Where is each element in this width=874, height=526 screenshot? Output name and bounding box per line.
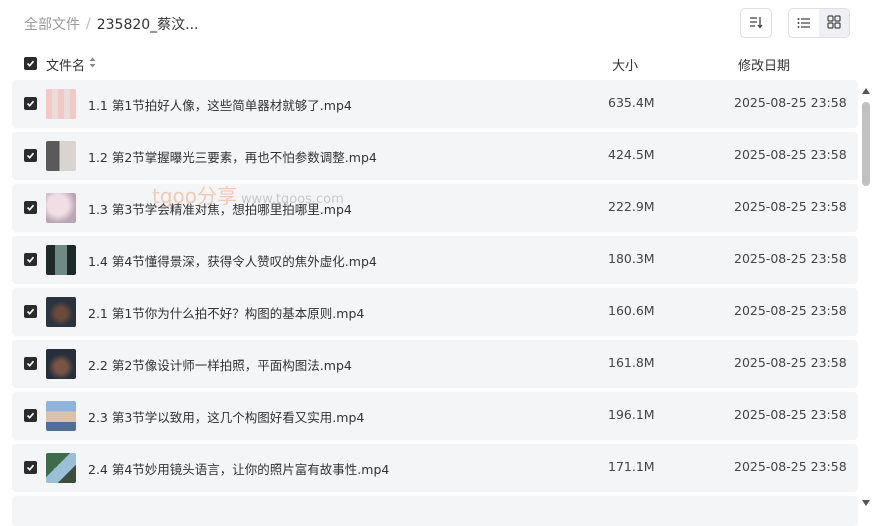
video-thumbnail (46, 349, 76, 379)
file-row[interactable]: 2.2 第2节像设计师一样拍照，平面构图法.mp4 161.8M 2025-08… (12, 340, 858, 388)
video-thumbnail (46, 297, 76, 327)
list-view-icon (797, 14, 811, 33)
view-mode-toggle (788, 8, 850, 38)
column-header-name[interactable]: 文件名 (46, 55, 96, 74)
file-row[interactable]: 2.3 第3节学以致用，这几个构图好看又实用.mp4 196.1M 2025-0… (12, 392, 858, 440)
file-modified-date: 2025-08-25 23:58 (734, 95, 847, 110)
file-name[interactable]: 2.1 第1节你为什么拍不好？构图的基本原则.mp4 (88, 303, 364, 322)
file-size: 196.1M (608, 407, 655, 422)
file-size: 180.3M (608, 251, 655, 266)
video-thumbnail (46, 193, 76, 223)
file-size: 171.1M (608, 459, 655, 474)
file-row[interactable]: 2.1 第1节你为什么拍不好？构图的基本原则.mp4 160.6M 2025-0… (12, 288, 858, 336)
file-name[interactable]: 1.1 第1节拍好人像，这些简单器材就够了.mp4 (88, 95, 352, 114)
file-row[interactable]: 1.1 第1节拍好人像，这些简单器材就够了.mp4 635.4M 2025-08… (12, 80, 858, 128)
select-all-checkbox[interactable] (24, 57, 37, 70)
file-checkbox[interactable] (24, 149, 37, 162)
file-modified-date: 2025-08-25 23:58 (734, 459, 847, 474)
sort-toggle-icon (89, 57, 96, 72)
sort-icon (749, 14, 763, 33)
file-list: 1.1 第1节拍好人像，这些简单器材就够了.mp4 635.4M 2025-08… (12, 80, 858, 496)
column-header-name-label: 文件名 (46, 59, 86, 74)
file-modified-date: 2025-08-25 23:58 (734, 199, 847, 214)
breadcrumb-current-folder: 235820_蔡汶... (96, 17, 199, 33)
scroll-up-arrow-icon[interactable] (862, 88, 870, 94)
grid-view-icon (827, 14, 841, 33)
file-modified-date: 2025-08-25 23:58 (734, 355, 847, 370)
file-name[interactable]: 2.4 第4节妙用镜头语言，让你的照片富有故事性.mp4 (88, 459, 389, 478)
file-size: 161.8M (608, 355, 655, 370)
file-checkbox[interactable] (24, 305, 37, 318)
file-name[interactable]: 1.2 第2节掌握曝光三要素，再也不怕参数调整.mp4 (88, 147, 377, 166)
scrollbar-thumb[interactable] (862, 102, 870, 186)
grid-view-button[interactable] (819, 9, 849, 37)
file-modified-date: 2025-08-25 23:58 (734, 407, 847, 422)
file-checkbox[interactable] (24, 409, 37, 422)
file-row[interactable]: 2.4 第4节妙用镜头语言，让你的照片富有故事性.mp4 171.1M 2025… (12, 444, 858, 492)
column-header-size[interactable]: 大小 (612, 55, 638, 74)
file-row-partial[interactable] (12, 496, 858, 526)
sort-button[interactable] (740, 8, 772, 38)
file-row[interactable]: 1.3 第3节学会精准对焦，想拍哪里拍哪里.mp4 222.9M 2025-08… (12, 184, 858, 232)
file-name[interactable]: 1.3 第3节学会精准对焦，想拍哪里拍哪里.mp4 (88, 199, 352, 218)
column-header-modified[interactable]: 修改日期 (738, 55, 790, 74)
scroll-down-arrow-icon[interactable] (862, 500, 870, 506)
video-thumbnail (46, 453, 76, 483)
file-name[interactable]: 2.3 第3节学以致用，这几个构图好看又实用.mp4 (88, 407, 364, 426)
file-size: 160.6M (608, 303, 655, 318)
file-size: 424.5M (608, 147, 655, 162)
video-thumbnail (46, 89, 76, 119)
video-thumbnail (46, 141, 76, 171)
breadcrumb: 全部文件 / 235820_蔡汶... (24, 14, 199, 34)
file-size: 222.9M (608, 199, 655, 214)
file-modified-date: 2025-08-25 23:58 (734, 147, 847, 162)
list-view-button[interactable] (789, 9, 819, 37)
file-list-header: 文件名 大小 修改日期 (0, 54, 874, 74)
file-row[interactable]: 1.4 第4节懂得景深，获得令人赞叹的焦外虚化.mp4 180.3M 2025-… (12, 236, 858, 284)
breadcrumb-root-link[interactable]: 全部文件 (24, 14, 80, 34)
file-name[interactable]: 1.4 第4节懂得景深，获得令人赞叹的焦外虚化.mp4 (88, 251, 377, 270)
breadcrumb-separator: / (86, 16, 91, 32)
file-row[interactable]: 1.2 第2节掌握曝光三要素，再也不怕参数调整.mp4 424.5M 2025-… (12, 132, 858, 180)
file-checkbox[interactable] (24, 357, 37, 370)
file-checkbox[interactable] (24, 253, 37, 266)
file-modified-date: 2025-08-25 23:58 (734, 303, 847, 318)
file-checkbox[interactable] (24, 461, 37, 474)
file-name[interactable]: 2.2 第2节像设计师一样拍照，平面构图法.mp4 (88, 355, 352, 374)
video-thumbnail (46, 245, 76, 275)
file-checkbox[interactable] (24, 201, 37, 214)
video-thumbnail (46, 401, 76, 431)
file-size: 635.4M (608, 95, 655, 110)
file-modified-date: 2025-08-25 23:58 (734, 251, 847, 266)
file-checkbox[interactable] (24, 97, 37, 110)
